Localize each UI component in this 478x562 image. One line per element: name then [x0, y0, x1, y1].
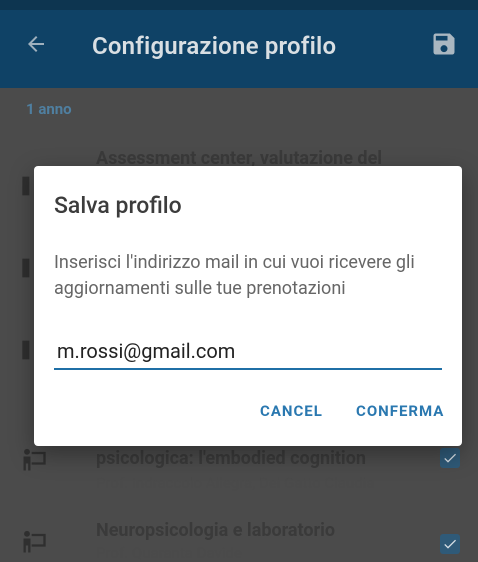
cancel-button[interactable]: CANCEL — [260, 402, 323, 420]
course-title: Neuropsicologia e laboratorio — [96, 520, 336, 541]
app-bar: Configurazione profilo — [0, 10, 478, 88]
save-profile-dialog: Salva profilo Inserisci l'indirizzo mail… — [34, 166, 462, 446]
page-title: Configurazione profilo — [92, 32, 337, 60]
floppy-disk-icon[interactable] — [430, 30, 458, 58]
course-checkbox[interactable] — [440, 534, 460, 554]
course-teacher: Prof. Indraccolo Allegra, Del Gatto Clau… — [96, 474, 375, 492]
dialog-title: Salva profilo — [54, 192, 182, 219]
course-teacher: Prof. Quaranta Davide — [96, 544, 242, 562]
course-checkbox[interactable] — [440, 448, 460, 468]
confirm-button[interactable]: CONFERMA — [356, 402, 444, 420]
course-title: psicologica: l'embodied cognition — [96, 448, 366, 469]
section-label: 1 anno — [26, 100, 72, 118]
arrow-left-icon[interactable] — [24, 32, 48, 56]
status-bar — [0, 0, 478, 10]
teacher-icon — [23, 448, 46, 471]
email-field[interactable] — [54, 334, 442, 370]
dialog-message: Inserisci l'indirizzo mail in cui vuoi r… — [54, 252, 415, 299]
teacher-icon — [23, 530, 46, 553]
